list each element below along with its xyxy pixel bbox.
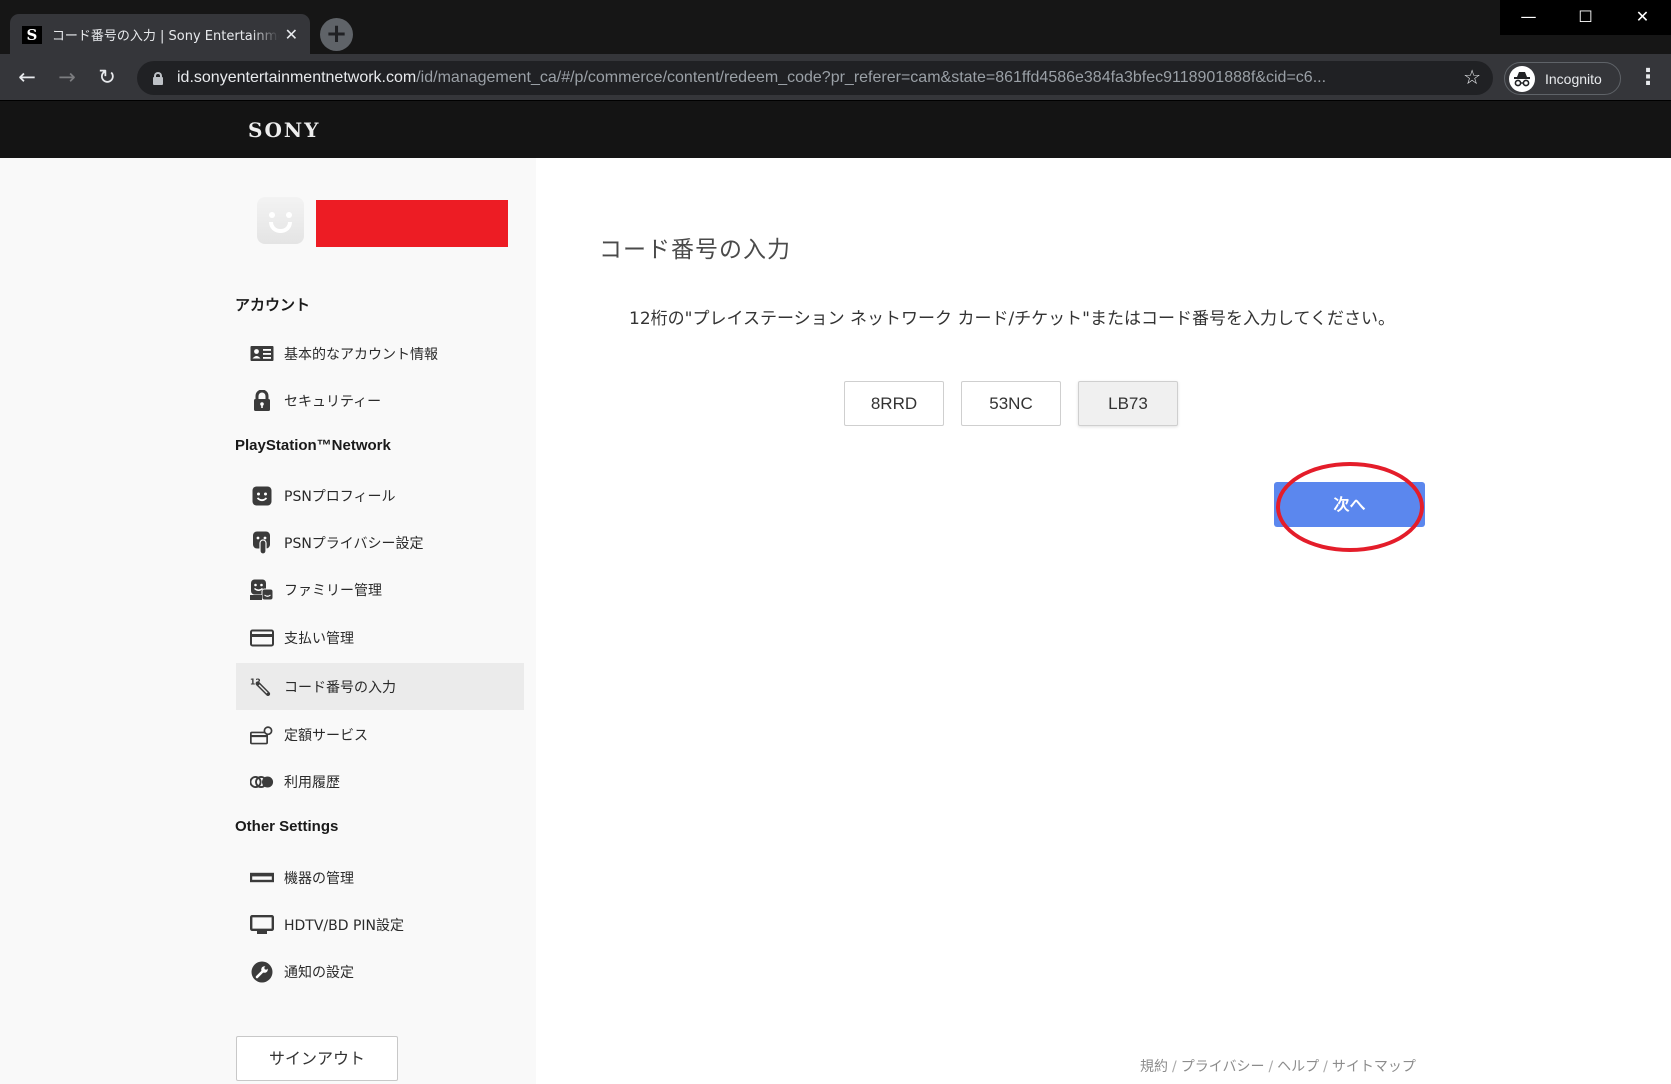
browser-menu-icon[interactable]: ⋮ — [1637, 64, 1659, 92]
window-minimize-button[interactable]: — — [1500, 0, 1557, 35]
tab-title: コード番号の入力 | Sony Entertainment Network — [51, 29, 279, 44]
window-close-button[interactable]: ✕ — [1614, 0, 1671, 35]
browser-toolbar: ← → ↻ id.sonyentertainmentnetwork.com/id… — [0, 54, 1671, 100]
sidebar-item-psn-profile[interactable]: PSNプロフィール — [236, 472, 524, 519]
code-field-3[interactable] — [1078, 381, 1178, 426]
browser-tab-active[interactable]: S コード番号の入力 | Sony Entertainment Network … — [10, 14, 310, 55]
footer-link-privacy[interactable]: プライバシー — [1181, 1059, 1265, 1075]
code-entry-icon: 12 — [250, 676, 274, 698]
sidebar-item-label: PSNプライバシー設定 — [284, 535, 424, 552]
sidebar: アカウント 基本的なアカウント情報 セキュリティー PlayStation™Ne… — [0, 158, 536, 1084]
tab-close-icon[interactable]: ✕ — [285, 25, 298, 44]
url-host: id.sonyentertainmentnetwork.com — [177, 69, 417, 86]
sidebar-item-label: HDTV/BD PIN設定 — [284, 917, 405, 934]
sony-logo[interactable]: SONY — [248, 118, 320, 142]
monitor-icon — [250, 914, 274, 936]
footer-links: 規約 / プライバシー / ヘルプ / サイトマップ — [1140, 1056, 1416, 1076]
bookmark-star-icon[interactable]: ☆ — [1463, 65, 1481, 89]
family-icon — [250, 579, 274, 601]
tab-strip: S コード番号の入力 | Sony Entertainment Network … — [0, 0, 1671, 55]
sidebar-item-redeem-code[interactable]: 12 コード番号の入力 — [236, 663, 524, 710]
sidebar-item-subscription[interactable]: 定額サービス — [236, 711, 524, 758]
avatar-eye — [286, 212, 292, 218]
footer-link-sitemap[interactable]: サイトマップ — [1332, 1059, 1416, 1075]
sidebar-item-label: 支払い管理 — [284, 630, 354, 647]
instruction-text: 12桁の"プレイステーション ネットワーク カード/チケット"またはコード番号を… — [629, 309, 1395, 329]
url-text[interactable]: id.sonyentertainmentnetwork.com/id/manag… — [177, 69, 1457, 87]
sidebar-item-label: セキュリティー — [284, 393, 382, 410]
sidebar-item-notifications[interactable]: 通知の設定 — [236, 948, 524, 995]
address-bar[interactable]: id.sonyentertainmentnetwork.com/id/manag… — [137, 61, 1493, 95]
sidebar-item-history[interactable]: 利用履歴 — [236, 758, 524, 805]
code-field-1[interactable] — [844, 381, 944, 426]
incognito-icon — [1509, 65, 1535, 92]
main-content: コード番号の入力 12桁の"プレイステーション ネットワーク カード/チケット"… — [536, 158, 1671, 1084]
section-heading-other-settings: Other Settings — [235, 818, 339, 835]
page-title: コード番号の入力 — [599, 237, 791, 263]
sidebar-item-label: ファミリー管理 — [284, 582, 382, 599]
avatar[interactable] — [257, 197, 304, 244]
back-button[interactable]: ← — [12, 62, 42, 92]
footer-separator: / — [1268, 1059, 1274, 1075]
site-header: SONY — [0, 100, 1671, 158]
sidebar-item-label: コード番号の入力 — [284, 679, 396, 696]
new-tab-button[interactable]: + — [320, 18, 353, 51]
lock-icon[interactable] — [153, 71, 163, 85]
credit-card-icon — [250, 627, 274, 649]
section-heading-psn: PlayStation™Network — [235, 437, 391, 454]
sidebar-item-basic-account-info[interactable]: 基本的なアカウント情報 — [236, 330, 524, 377]
sidebar-item-label: 利用履歴 — [284, 774, 340, 791]
privacy-hand-icon — [250, 531, 274, 555]
sidebar-item-hdtv-pin[interactable]: HDTV/BD PIN設定 — [236, 901, 524, 948]
footer-link-terms[interactable]: 規約 — [1140, 1059, 1168, 1075]
sidebar-item-security[interactable]: セキュリティー — [236, 377, 524, 424]
lock-icon — [250, 389, 274, 412]
subscription-icon — [250, 724, 274, 746]
redacted-username — [316, 200, 508, 247]
reload-button[interactable]: ↻ — [92, 62, 122, 92]
sidebar-item-label: 通知の設定 — [284, 964, 354, 981]
signout-button[interactable]: サインアウト — [236, 1036, 398, 1081]
id-card-icon — [250, 343, 274, 365]
sidebar-item-label: 機器の管理 — [284, 870, 354, 887]
window-maximize-button[interactable]: ☐ — [1557, 0, 1614, 35]
sidebar-item-family[interactable]: ファミリー管理 — [236, 566, 524, 613]
sidebar-item-devices[interactable]: 機器の管理 — [236, 854, 524, 901]
sony-favicon-icon: S — [22, 25, 42, 44]
smiley-face-icon — [250, 485, 274, 507]
incognito-label: Incognito — [1545, 70, 1602, 87]
forward-button[interactable]: → — [52, 62, 82, 92]
sidebar-item-psn-privacy[interactable]: PSNプライバシー設定 — [236, 519, 524, 566]
next-button[interactable]: 次へ — [1274, 482, 1425, 527]
url-path: /id/management_ca/#/p/commerce/content/r… — [416, 69, 1327, 86]
history-icon — [250, 771, 274, 793]
incognito-indicator[interactable]: Incognito — [1504, 62, 1621, 95]
code-field-2[interactable] — [961, 381, 1061, 426]
footer-link-help[interactable]: ヘルプ — [1277, 1059, 1319, 1075]
sidebar-item-payment[interactable]: 支払い管理 — [236, 614, 524, 661]
wrench-icon — [250, 961, 274, 983]
avatar-mouth — [269, 222, 292, 233]
avatar-eye — [269, 212, 275, 218]
device-icon — [250, 867, 274, 889]
section-heading-account: アカウント — [235, 296, 311, 314]
browser-chrome: S コード番号の入力 | Sony Entertainment Network … — [0, 0, 1671, 100]
sidebar-item-label: 定額サービス — [284, 727, 368, 744]
sidebar-item-label: PSNプロフィール — [284, 488, 396, 505]
footer-separator: / — [1172, 1059, 1177, 1075]
sidebar-item-label: 基本的なアカウント情報 — [284, 346, 438, 363]
footer-separator: / — [1323, 1059, 1328, 1075]
